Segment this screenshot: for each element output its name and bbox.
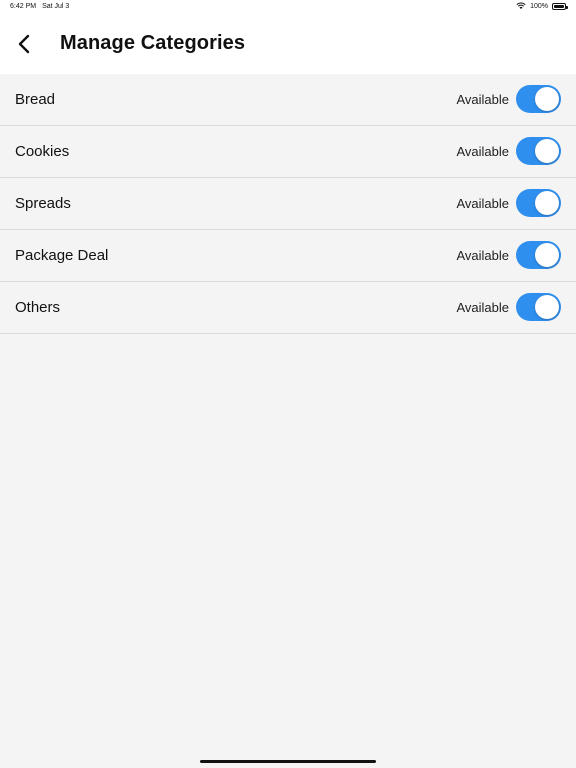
category-row: Package Deal Available: [0, 230, 576, 282]
availability-label: Available: [456, 299, 509, 315]
screen: 6:42 PM Sat Jul 3 100% Manage Categories…: [0, 0, 576, 768]
status-time: 6:42 PM: [10, 3, 37, 10]
home-indicator: [200, 760, 376, 763]
availability-label: Available: [456, 195, 509, 211]
category-name: Others: [15, 299, 61, 316]
status-date: Sat Jul 3: [42, 3, 70, 10]
category-availability: Available: [456, 137, 561, 165]
chevron-left-icon: [18, 34, 30, 54]
availability-toggle[interactable]: [516, 137, 561, 165]
toggle-knob: [535, 87, 559, 111]
category-availability: Available: [456, 189, 561, 217]
availability-label: Available: [456, 143, 509, 159]
category-row: Others Available: [0, 282, 576, 334]
category-availability: Available: [456, 293, 561, 321]
battery-percent: 100%: [530, 2, 548, 10]
category-row: Spreads Available: [0, 178, 576, 230]
availability-label: Available: [456, 91, 509, 107]
availability-toggle[interactable]: [516, 293, 561, 321]
category-availability: Available: [456, 241, 561, 269]
toggle-knob: [535, 295, 559, 319]
category-row: Bread Available: [0, 74, 576, 126]
availability-label: Available: [456, 247, 509, 263]
page-title: Manage Categories: [60, 32, 246, 54]
status-bar: 6:42 PM Sat Jul 3 100%: [0, 0, 576, 14]
category-list: Bread Available Cookies Available Spreads Ava…: [0, 74, 576, 334]
wifi-icon: [516, 2, 526, 9]
category-availability: Available: [456, 85, 561, 113]
availability-toggle[interactable]: [516, 189, 561, 217]
category-name: Package Deal: [15, 247, 109, 264]
availability-toggle[interactable]: [516, 85, 561, 113]
battery-icon: [552, 2, 568, 10]
back-button[interactable]: [10, 30, 38, 58]
category-name: Cookies: [15, 143, 70, 160]
availability-toggle[interactable]: [516, 241, 561, 269]
category-row: Cookies Available: [0, 126, 576, 178]
category-name: Spreads: [15, 195, 71, 212]
toggle-knob: [535, 139, 559, 163]
header: Manage Categories: [0, 14, 576, 74]
toggle-knob: [535, 243, 559, 267]
toggle-knob: [535, 191, 559, 215]
category-name: Bread: [15, 91, 56, 108]
